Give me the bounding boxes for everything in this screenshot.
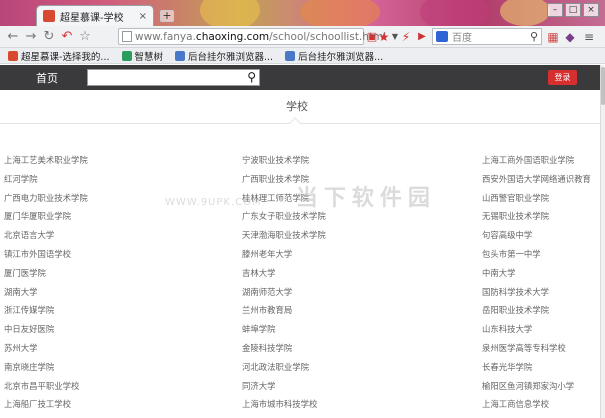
school-list: 上海工艺美术职业学院 宁波职业技术学院 上海工商外国语职业学院红河学院 广西职业技术学… [4,151,600,414]
school-link[interactable]: 苏州大学 [4,339,242,358]
school-link[interactable]: 同济大学 [242,377,482,396]
extensions-icon[interactable]: ▦ [546,28,560,46]
favorite-star-icon[interactable]: ★ [378,28,390,46]
school-link[interactable]: 厦门华厦职业学院 [4,207,242,226]
school-link[interactable]: 滕州老年大学 [242,245,482,264]
title-divider-notch [289,117,301,129]
tab-close-icon[interactable]: × [139,11,147,22]
school-link[interactable]: 蚌埠学院 [242,320,482,339]
bookmark-item[interactable]: 后台挂尔雅浏览器... [285,49,383,63]
school-link[interactable]: 广东女子职业技术学院 [242,207,482,226]
school-link[interactable]: 泉州医学高等专科学校 [482,339,600,358]
school-link[interactable]: 浙江传媒学院 [4,301,242,320]
back-arrow-icon[interactable]: ← [4,28,22,46]
school-link[interactable]: 句容高级中学 [482,226,600,245]
bookmark-item[interactable]: 智慧树 [121,49,164,63]
tab-title: 超星慕课-学校 [60,12,124,24]
bookmark-label: 超星慕课-选择我的... [21,51,110,63]
bookmark-favicon-icon [8,50,18,61]
play-icon[interactable]: ▶ [416,28,428,46]
site-search-input[interactable]: ⚲ [87,69,260,86]
school-link[interactable]: 中南大学 [482,264,600,283]
bookmark-star-icon[interactable]: ☆ [76,28,94,46]
school-link[interactable]: 中日友好医院 [4,320,242,339]
school-link[interactable]: 广西电力职业技术学院 [4,189,242,208]
login-button[interactable]: 登录 [548,70,577,85]
bookmark-favicon-icon [121,50,132,61]
new-tab-button[interactable]: + [160,10,174,22]
school-link[interactable]: 兰州市教育局 [242,301,482,320]
school-link[interactable]: 岳阳职业技术学院 [482,301,600,320]
address-bar[interactable]: www.fanya. chaoxing.com/school/schoollist… [118,28,386,45]
skin-icon[interactable]: ◆ [563,28,577,46]
browser-tab-active[interactable]: 超星慕课-学校 × [36,5,154,26]
school-link[interactable]: 上海工艺美术职业学院 [4,151,242,170]
school-link[interactable]: 榆阳区鱼河镇郑家沟小学 [482,377,600,396]
bookmark-item[interactable]: 后台挂尔雅浏览器... [175,49,273,63]
school-link[interactable]: 包头市第一中学 [482,245,600,264]
dropdown-chevron-icon[interactable]: ▼ [390,28,400,46]
browser-title-bar: 超星慕课-学校 × + – □ × [0,0,605,32]
baidu-icon [436,31,448,42]
browser-toolbar: ← → ↻ ↶ ☆ www.fanya. chaoxing.com/school/… [0,26,605,48]
school-link[interactable]: 上海工商信息学校 [482,395,600,414]
school-link[interactable]: 无锡职业技术学院 [482,207,600,226]
school-link[interactable]: 红河学院 [4,170,242,189]
school-link[interactable]: 吉林大学 [242,264,482,283]
scrollbar-thumb[interactable] [601,67,605,105]
page-scrollbar[interactable] [600,65,605,418]
minimize-button[interactable]: – [547,3,563,17]
bookmark-item[interactable]: 超星慕课-选择我的... [8,49,110,63]
school-link[interactable]: 北京语言大学 [4,226,242,245]
school-link[interactable]: 长春光华学院 [482,358,600,377]
page-title: 学校 [286,100,308,113]
search-icon[interactable]: ⚲ [247,70,256,84]
school-link[interactable]: 湖南师范大学 [242,283,482,302]
url-prefix: www.fanya. [135,30,196,43]
page-icon [122,31,132,42]
bookmark-label: 后台挂尔雅浏览器... [188,51,274,63]
school-link[interactable]: 北京市昌平职业学校 [4,377,242,396]
site-favicon-icon [43,10,55,22]
school-link[interactable]: 镇江市外国语学校 [4,245,242,264]
school-link[interactable]: 上海工商外国语职业学院 [482,151,600,170]
nav-home-link[interactable]: 首页 [36,70,58,86]
bookmarks-bar: 超星慕课-选择我的... 智慧树 后台挂尔雅浏览器... 后台挂尔雅浏览器... [0,48,605,64]
school-link[interactable]: 国防科学技术大学 [482,283,600,302]
search-engine-box[interactable]: 百度 ⚲ [432,28,542,45]
school-link[interactable]: 金陵科技学院 [242,339,482,358]
school-link[interactable]: 西安外国语大学网络通识教育 [482,170,600,189]
school-link[interactable]: 山西警官职业学院 [482,189,600,208]
school-link[interactable]: 南京晓庄学院 [4,358,242,377]
school-link[interactable]: 上海市城市科技学校 [242,395,482,414]
bookmark-favicon-icon [285,50,296,61]
bookmark-favicon-icon [175,50,186,61]
school-link[interactable]: 桂林理工师范学院 [242,189,482,208]
school-link[interactable]: 湖南大学 [4,283,242,302]
school-link[interactable]: 河北政法职业学院 [242,358,482,377]
url-host: chaoxing.com [195,30,270,43]
school-link[interactable]: 山东科技大学 [482,320,600,339]
reload-icon[interactable]: ↻ [40,28,58,46]
menu-icon[interactable]: ≡ [582,28,596,46]
school-link[interactable]: 上海船厂技工学校 [4,395,242,414]
school-link[interactable]: 宁波职业技术学院 [242,151,482,170]
school-link[interactable]: 天津渤海职业技术学院 [242,226,482,245]
school-link[interactable]: 广西职业技术学院 [242,170,482,189]
page-menu-icon[interactable]: ▣ [366,28,378,46]
maximize-button[interactable]: □ [565,3,581,17]
close-window-button[interactable]: × [583,3,599,17]
undo-icon[interactable]: ↶ [58,28,76,46]
bookmark-label: 智慧树 [134,51,164,63]
search-icon[interactable]: ⚲ [530,30,538,43]
forward-arrow-icon[interactable]: → [22,28,40,46]
search-placeholder: 百度 [452,33,472,44]
bookmark-label: 后台挂尔雅浏览器... [298,51,384,63]
window-controls: – □ × [547,3,599,17]
school-link[interactable]: 厦门医学院 [4,264,242,283]
site-header: 首页 ⚲ 登录 [0,65,600,90]
lightning-icon[interactable]: ⚡ [400,28,412,46]
